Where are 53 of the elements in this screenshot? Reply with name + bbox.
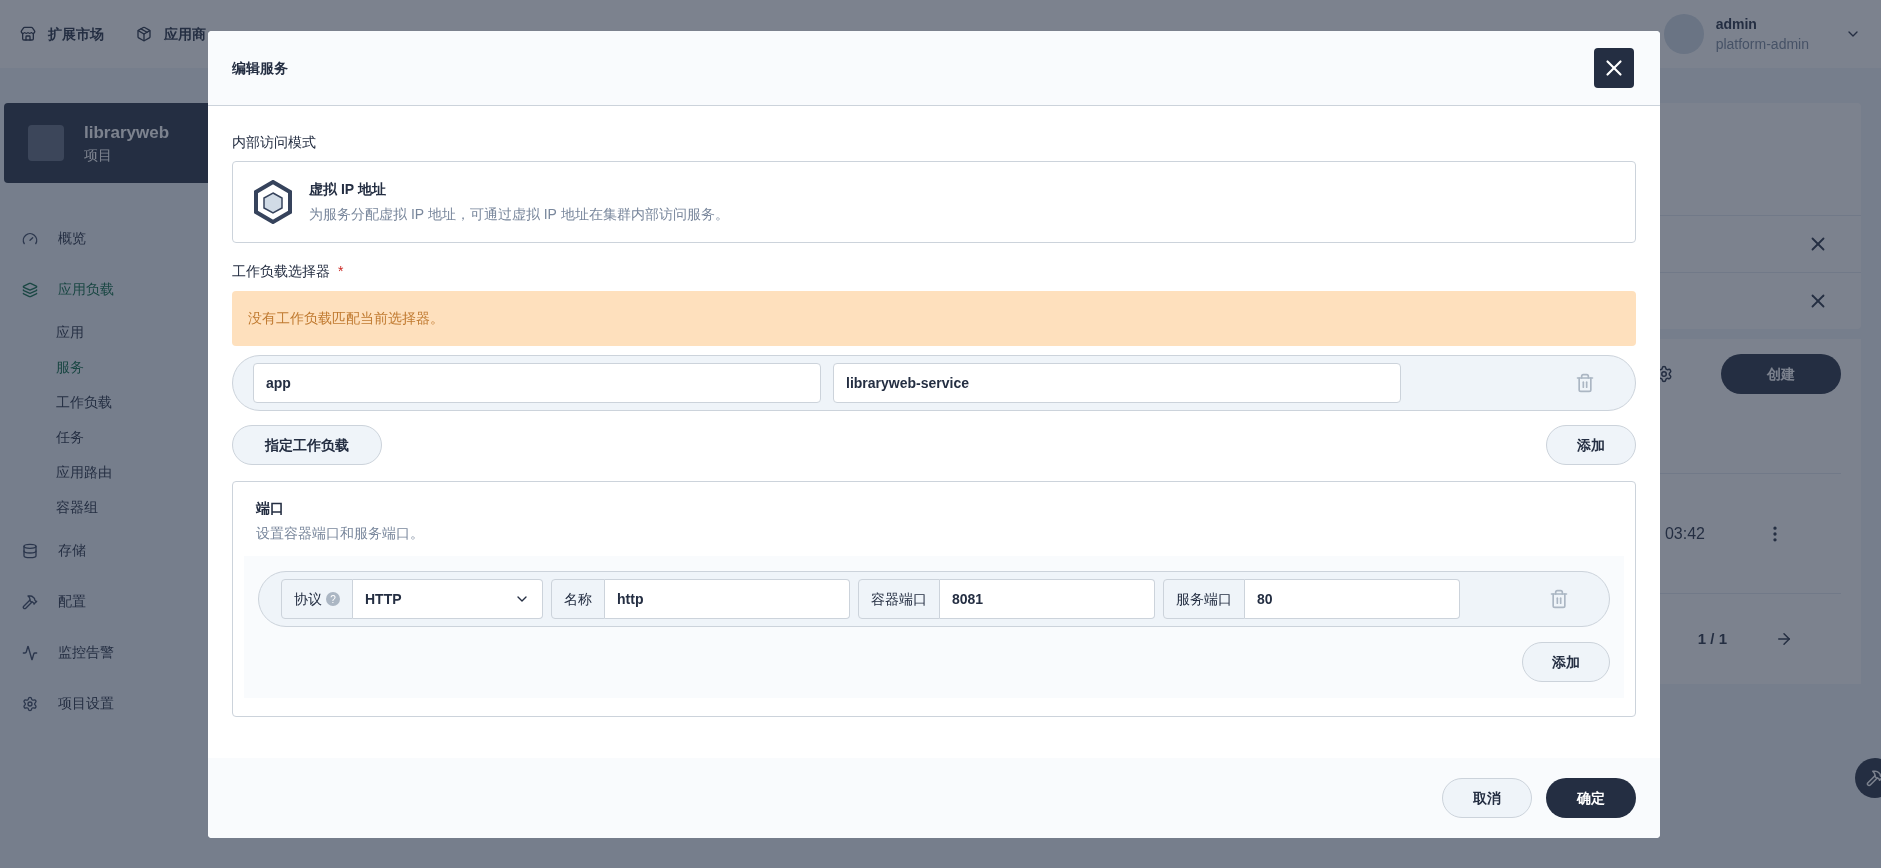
sidebar-item[interactable]: 监控告警	[58, 642, 114, 663]
add-button[interactable]: 添加	[1522, 642, 1610, 682]
protocol-label: 协议	[294, 589, 322, 609]
field-label: 内部访问模式	[232, 133, 317, 152]
confirm-button[interactable]: 确定	[1546, 778, 1636, 818]
dialog-title: 编辑服务	[232, 58, 288, 78]
help-icon: ?	[326, 592, 340, 606]
sidebar-item[interactable]: 配置	[58, 591, 86, 612]
value-input[interactable]: libraryweb-service	[833, 363, 1401, 403]
project-type: 项目	[84, 146, 113, 166]
key-input[interactable]: app	[253, 363, 821, 403]
user-name: admin	[1715, 15, 1758, 34]
next-icon[interactable]	[1775, 630, 1793, 648]
required-mark: *	[338, 262, 344, 281]
ports-title: 端口	[255, 499, 285, 518]
nav-icon	[20, 26, 36, 42]
field-label: 工作负载选择器	[232, 262, 330, 281]
access-mode-title: 虚拟 IP 地址	[309, 180, 387, 199]
access-mode-description: 为服务分配虚拟 IP 地址，可通过虚拟 IP 地址在集群内部访问服务。	[309, 205, 729, 224]
nav-icon	[22, 695, 38, 712]
nav-icon	[136, 26, 152, 42]
nav-icon	[22, 230, 38, 247]
specify-workload-button[interactable]: 指定工作负载	[232, 425, 382, 465]
sidebar-item[interactable]: 项目设置	[58, 693, 114, 714]
ports-description: 设置容器端口和服务端口。	[255, 524, 425, 543]
top-nav-link[interactable]: 扩展市场	[48, 23, 104, 45]
field-label: 名称	[551, 579, 605, 619]
hammer-icon	[1866, 769, 1881, 787]
protocol-value: HTTP	[365, 589, 402, 609]
page-indicator: 1 / 1	[1697, 628, 1727, 649]
add-button[interactable]: 添加	[1546, 425, 1636, 465]
nav-icon	[22, 281, 38, 298]
sidebar-item[interactable]: 应用负载	[58, 279, 114, 300]
field-label: 服务端口	[1163, 579, 1245, 619]
warning-banner: 没有工作负载匹配当前选择器。	[232, 291, 1636, 346]
nav-icon	[22, 542, 38, 559]
hexagon-cube-icon	[253, 180, 293, 224]
sidebar-item[interactable]: 存储	[58, 540, 86, 561]
port-name-input[interactable]: http	[605, 579, 850, 619]
protocol-select[interactable]: HTTP	[353, 579, 543, 619]
create-button[interactable]: 创建	[1721, 354, 1841, 394]
nav-icon	[22, 593, 38, 610]
field-label: 容器端口	[858, 579, 940, 619]
project-name: libraryweb	[84, 121, 170, 144]
nav-icon	[22, 644, 38, 661]
cancel-button[interactable]: 取消	[1442, 778, 1532, 818]
table-cell-text: 03:42	[1664, 523, 1705, 544]
project-icon	[28, 125, 64, 161]
sidebar-item[interactable]: 概览	[58, 228, 86, 249]
service-port-input[interactable]: 80	[1245, 579, 1460, 619]
top-nav-link[interactable]: 应用商	[164, 23, 206, 45]
close-button[interactable]	[1594, 48, 1634, 88]
container-port-input[interactable]: 8081	[940, 579, 1155, 619]
